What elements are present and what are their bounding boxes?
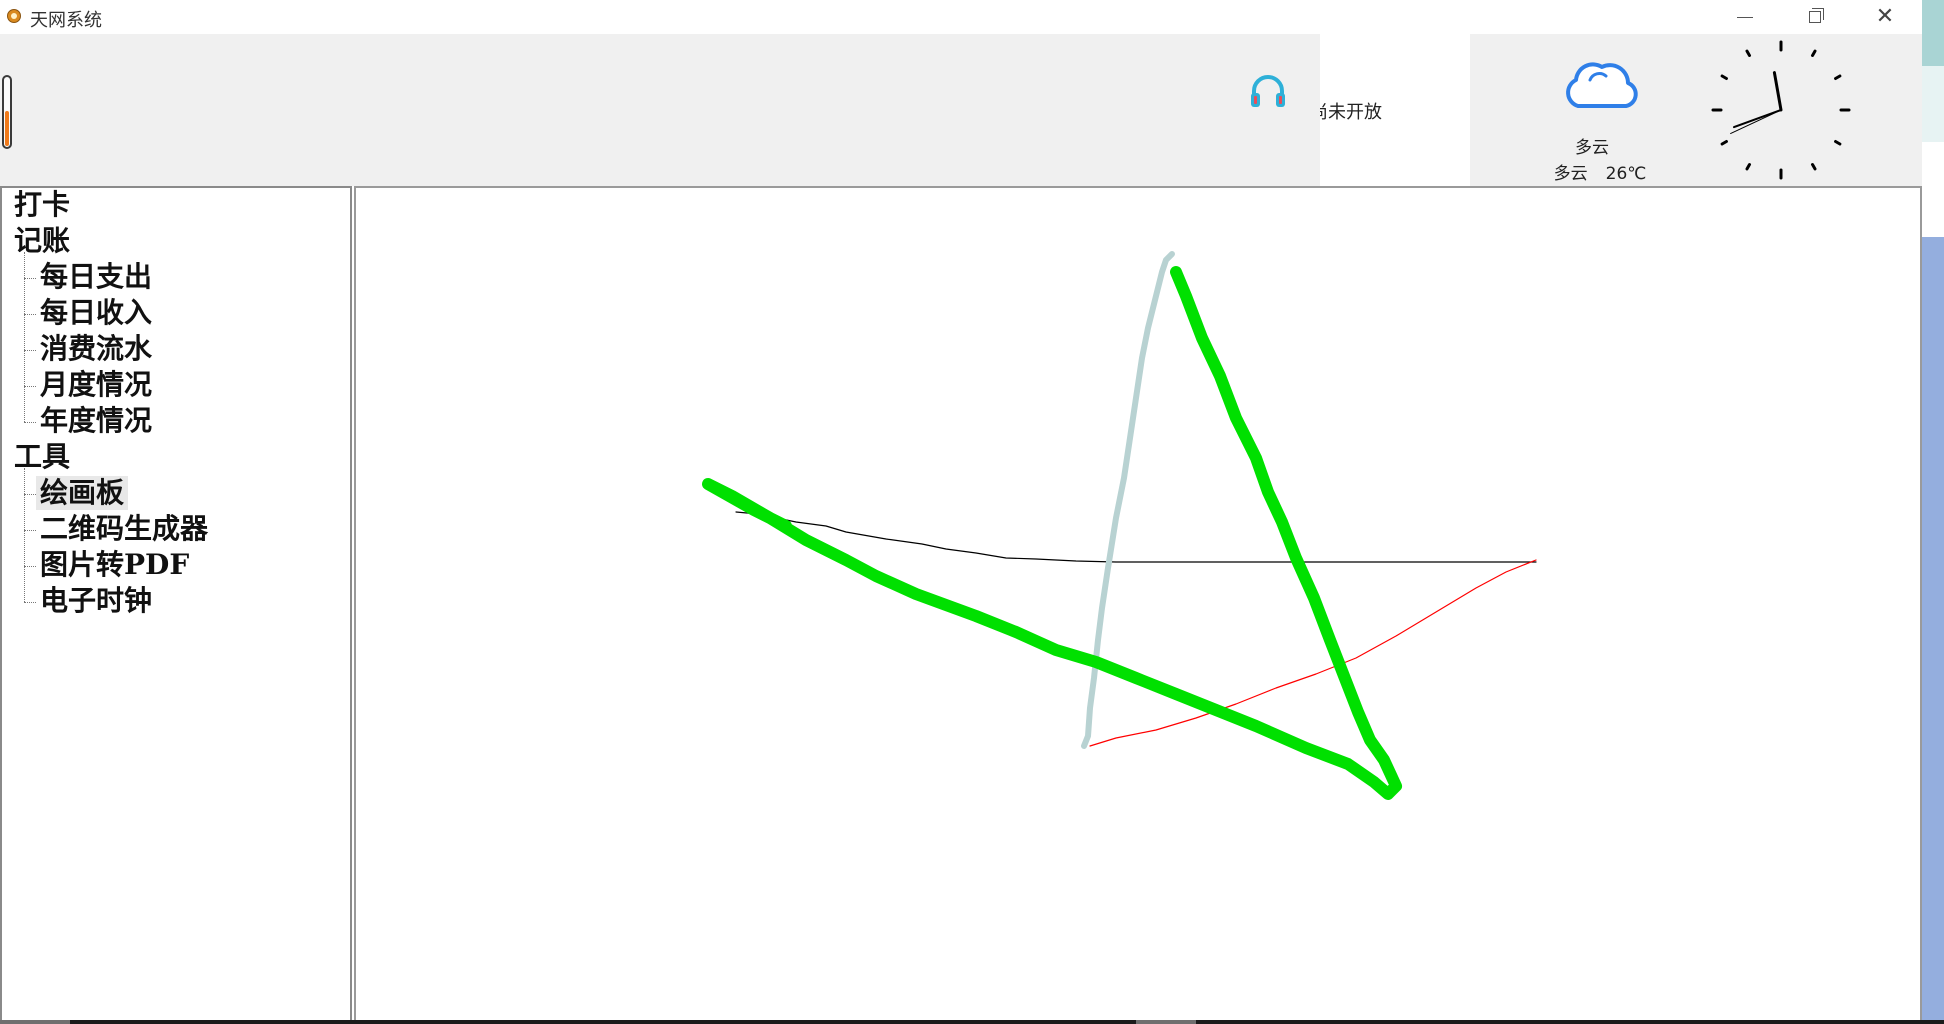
tree-item-2-3[interactable]: 电子时钟 [40,584,152,618]
weather-condition-label: 多云 [1575,138,1609,158]
tree-group-1[interactable]: 记账 [14,224,70,258]
tree-item-1-4[interactable]: 年度情况 [40,404,152,438]
headphones-icon[interactable] [1248,72,1288,112]
clock-tick [1834,74,1842,80]
tree-connector [24,602,36,603]
tree-item-2-2[interactable]: 图片转PDF [40,548,189,582]
notice-panel: 尚未开放 [1320,34,1470,186]
tree-connector [24,278,36,279]
tree-guide-line [24,252,25,422]
clock-tick [1720,140,1728,146]
weather-temperature: 26℃ [1605,164,1647,184]
tree-item-1-2[interactable]: 消费流水 [40,332,152,366]
tree-group-2[interactable]: 工具 [14,440,70,474]
tree-connector [24,494,36,495]
tree-item-2-0[interactable]: 绘画板 [36,476,129,510]
clock-tick [1745,49,1751,57]
close-icon: ✕ [1875,4,1895,29]
tree-connector [24,422,36,423]
brush-stroke-green [702,266,1402,800]
header-panel: 尚未开放 多云 多云 26℃ [0,34,1922,186]
analog-clock [1711,40,1851,180]
brush-stroke-black [735,511,1537,563]
clock-tick [1720,74,1728,80]
navigation-tree[interactable]: 打卡 记账 每日支出 每日收入 消费流水 月度情况 年度情况 工具 绘画板 二维码生成器 图片转PD… [0,186,352,1022]
tree-item-1-0[interactable]: 每日支出 [40,260,152,294]
tree-connector [24,386,36,387]
window-title: 天网系统 [30,10,102,31]
minimize-button[interactable] [1710,0,1780,34]
screen-edge-strip [1922,0,1944,1024]
minimize-icon [1737,16,1753,18]
close-button[interactable]: ✕ [1850,0,1920,34]
clock-hour-hand [1733,109,1782,129]
tree-connector [24,530,36,531]
taskbar-edge [0,1020,1944,1024]
thermometer-gauge [2,75,12,149]
tree-group-0[interactable]: 打卡 [14,188,70,222]
tree-connector [24,350,36,351]
tree-connector [24,566,36,567]
tree-connector [24,314,36,315]
title-bar: 天网系统 ✕ [0,0,1922,34]
restore-icon [1809,8,1824,23]
clock-tick [1834,140,1842,146]
clock-minute-hand [1772,71,1783,112]
restore-button[interactable] [1780,0,1850,34]
cloud-icon [1566,62,1638,108]
drawing-canvas[interactable] [356,188,1920,1020]
clock-tick [1745,163,1751,171]
notice-text: 尚未开放 [1320,102,1382,123]
tree-item-1-1[interactable]: 每日收入 [40,296,152,330]
weather-condition: 多云 [1553,164,1588,184]
app-logo-icon [7,9,21,23]
tree-view: 打卡 记账 每日支出 每日收入 消费流水 月度情况 年度情况 工具 绘画板 二维码生成器 图片转PD… [2,188,350,1020]
tree-item-1-3[interactable]: 月度情况 [40,368,152,402]
tree-guide-line [24,468,25,602]
tree-item-2-1[interactable]: 二维码生成器 [40,512,208,546]
weather-summary: 多云 26℃ [1540,159,1660,184]
clock-tick [1811,163,1817,171]
drawing-board[interactable] [354,186,1922,1022]
thermometer-fill [5,111,9,146]
clock-second-hand [1730,109,1782,135]
clock-tick [1811,49,1817,57]
